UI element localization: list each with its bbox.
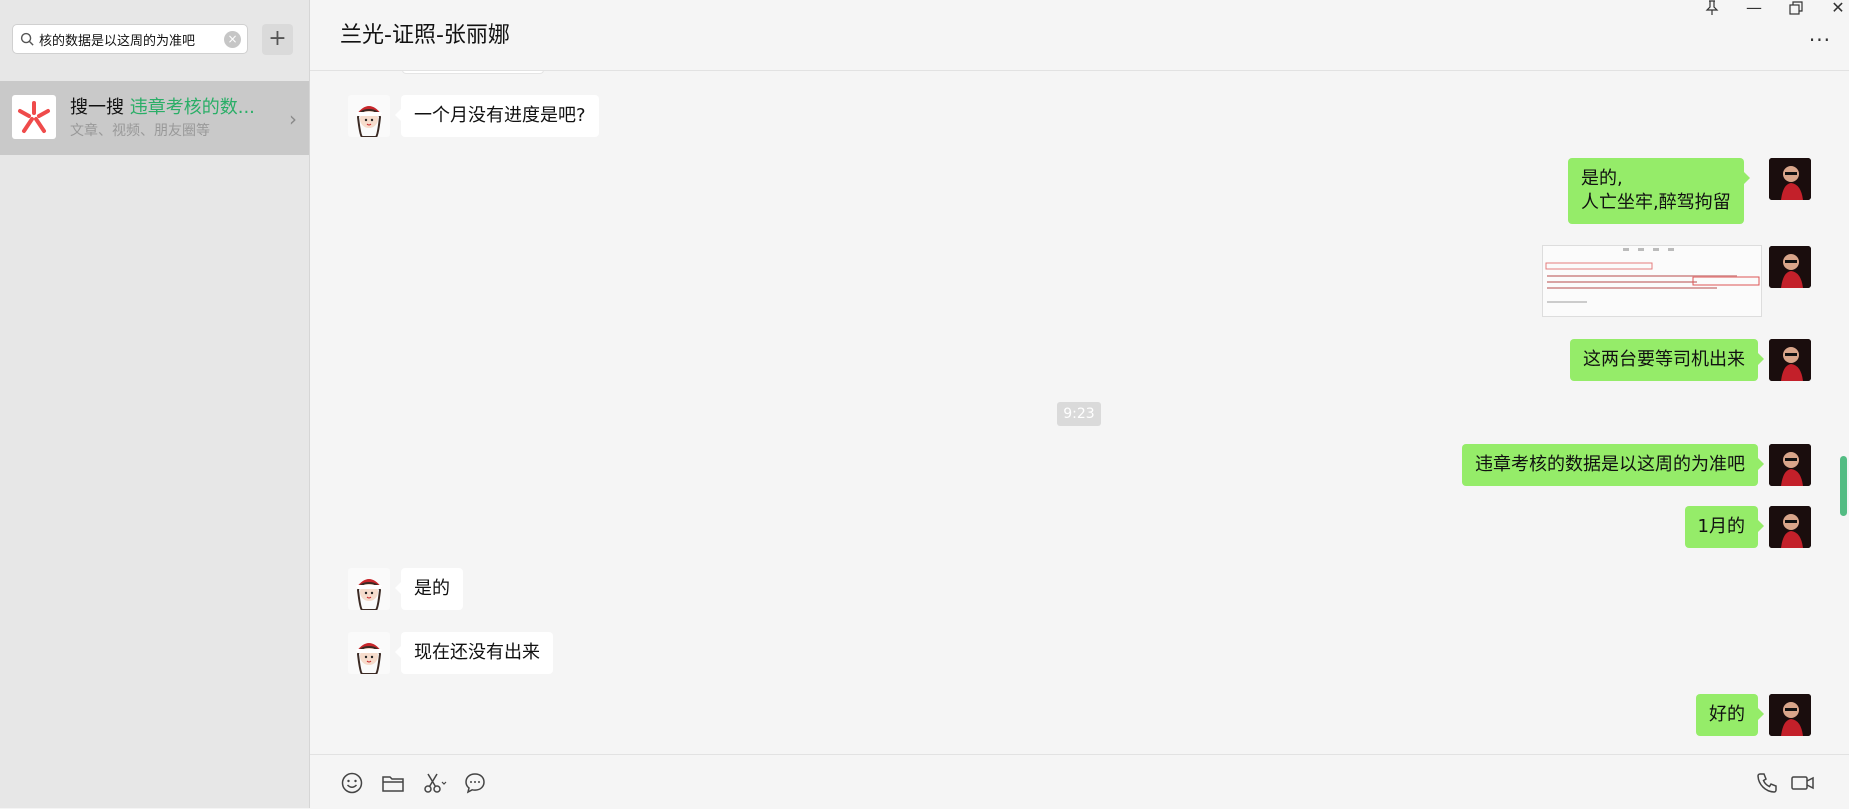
message-bubble[interactable]: 违章考核的数据是以这周的为准吧 [1462, 444, 1764, 486]
message-text: 现在还没有出来 [414, 642, 540, 663]
clear-search-button[interactable]: × [224, 31, 241, 48]
search-box[interactable]: × [12, 24, 248, 54]
input-toolbar [310, 754, 1849, 809]
message-text: 好的 [1709, 704, 1745, 725]
contact-avatar[interactable] [348, 568, 390, 610]
message-list: 一个月没有进度是吧? 是的, 人亡坐牢,醉驾拘留 这两台要等司机出来 9:23 … [310, 71, 1849, 753]
message-bubble[interactable]: 1月的 [1684, 506, 1765, 548]
message-bubble[interactable]: 一个月没有进度是吧? [395, 95, 599, 137]
previous-message-fragment [402, 71, 544, 74]
chevron-right-icon: › [289, 107, 297, 131]
message-text: 1月的 [1697, 516, 1745, 537]
search-result-prefix: 搜一搜 [70, 97, 124, 118]
message-text: 一个月没有进度是吧? [414, 105, 586, 126]
message-bubble[interactable]: 现在还没有出来 [395, 632, 553, 674]
message-text-line: 人亡坐牢,醉驾拘留 [1581, 192, 1731, 213]
minimize-button[interactable]: — [1740, 0, 1768, 17]
sousou-logo-icon [12, 95, 56, 139]
contact-avatar[interactable] [348, 95, 390, 137]
image-message[interactable] [1542, 245, 1762, 317]
folder-icon[interactable] [381, 771, 407, 795]
my-avatar[interactable] [1769, 246, 1811, 288]
message-bubble[interactable]: 是的 [395, 568, 463, 610]
search-input[interactable] [39, 29, 219, 49]
search-result-sousou[interactable]: 搜一搜 违章考核的数... 文章、视频、朋友圈等 › [0, 81, 309, 155]
search-result-title: 搜一搜 违章考核的数... [70, 93, 255, 119]
add-button[interactable]: + [262, 24, 293, 55]
message-text: 这两台要等司机出来 [1583, 349, 1745, 370]
restore-button[interactable] [1782, 0, 1810, 19]
contact-avatar[interactable] [348, 632, 390, 674]
message-bubble[interactable]: 好的 [1696, 694, 1764, 736]
search-result-highlight: 违章考核的数... [129, 97, 255, 118]
chat-title: 兰光-证照-张丽娜 [340, 23, 510, 48]
message-bubble[interactable]: 这两台要等司机出来 [1570, 339, 1764, 381]
scissors-icon[interactable] [422, 771, 448, 795]
my-avatar[interactable] [1769, 694, 1811, 736]
pin-icon[interactable] [1698, 0, 1726, 20]
my-avatar[interactable] [1769, 506, 1811, 548]
more-options-button[interactable]: ··· [1809, 28, 1831, 52]
chat-header: 兰光-证照-张丽娜 — ✕ ··· [310, 0, 1849, 71]
message-bubble[interactable]: 是的, 人亡坐牢,醉驾拘留 [1568, 158, 1750, 224]
emoji-icon[interactable] [340, 771, 366, 795]
chat-history-icon[interactable] [463, 771, 489, 795]
search-icon [20, 32, 34, 46]
blurred-screenshot-icon [1543, 246, 1761, 316]
my-avatar[interactable] [1769, 339, 1811, 381]
conversation-sidebar: × + 搜一搜 违章考核的数... 文章、视频、朋友圈等 › [0, 0, 310, 808]
phone-icon[interactable] [1755, 771, 1781, 795]
message-text-line: 是的, [1581, 168, 1623, 189]
video-icon[interactable] [1790, 771, 1816, 795]
close-button[interactable]: ✕ [1824, 0, 1849, 17]
message-text: 是的 [414, 578, 450, 599]
chat-scrollbar[interactable] [1840, 456, 1847, 516]
my-avatar[interactable] [1769, 158, 1811, 200]
message-text: 违章考核的数据是以这周的为准吧 [1475, 454, 1745, 475]
my-avatar[interactable] [1769, 444, 1811, 486]
search-result-subtitle: 文章、视频、朋友圈等 [70, 123, 210, 139]
timestamp: 9:23 [1057, 402, 1101, 426]
